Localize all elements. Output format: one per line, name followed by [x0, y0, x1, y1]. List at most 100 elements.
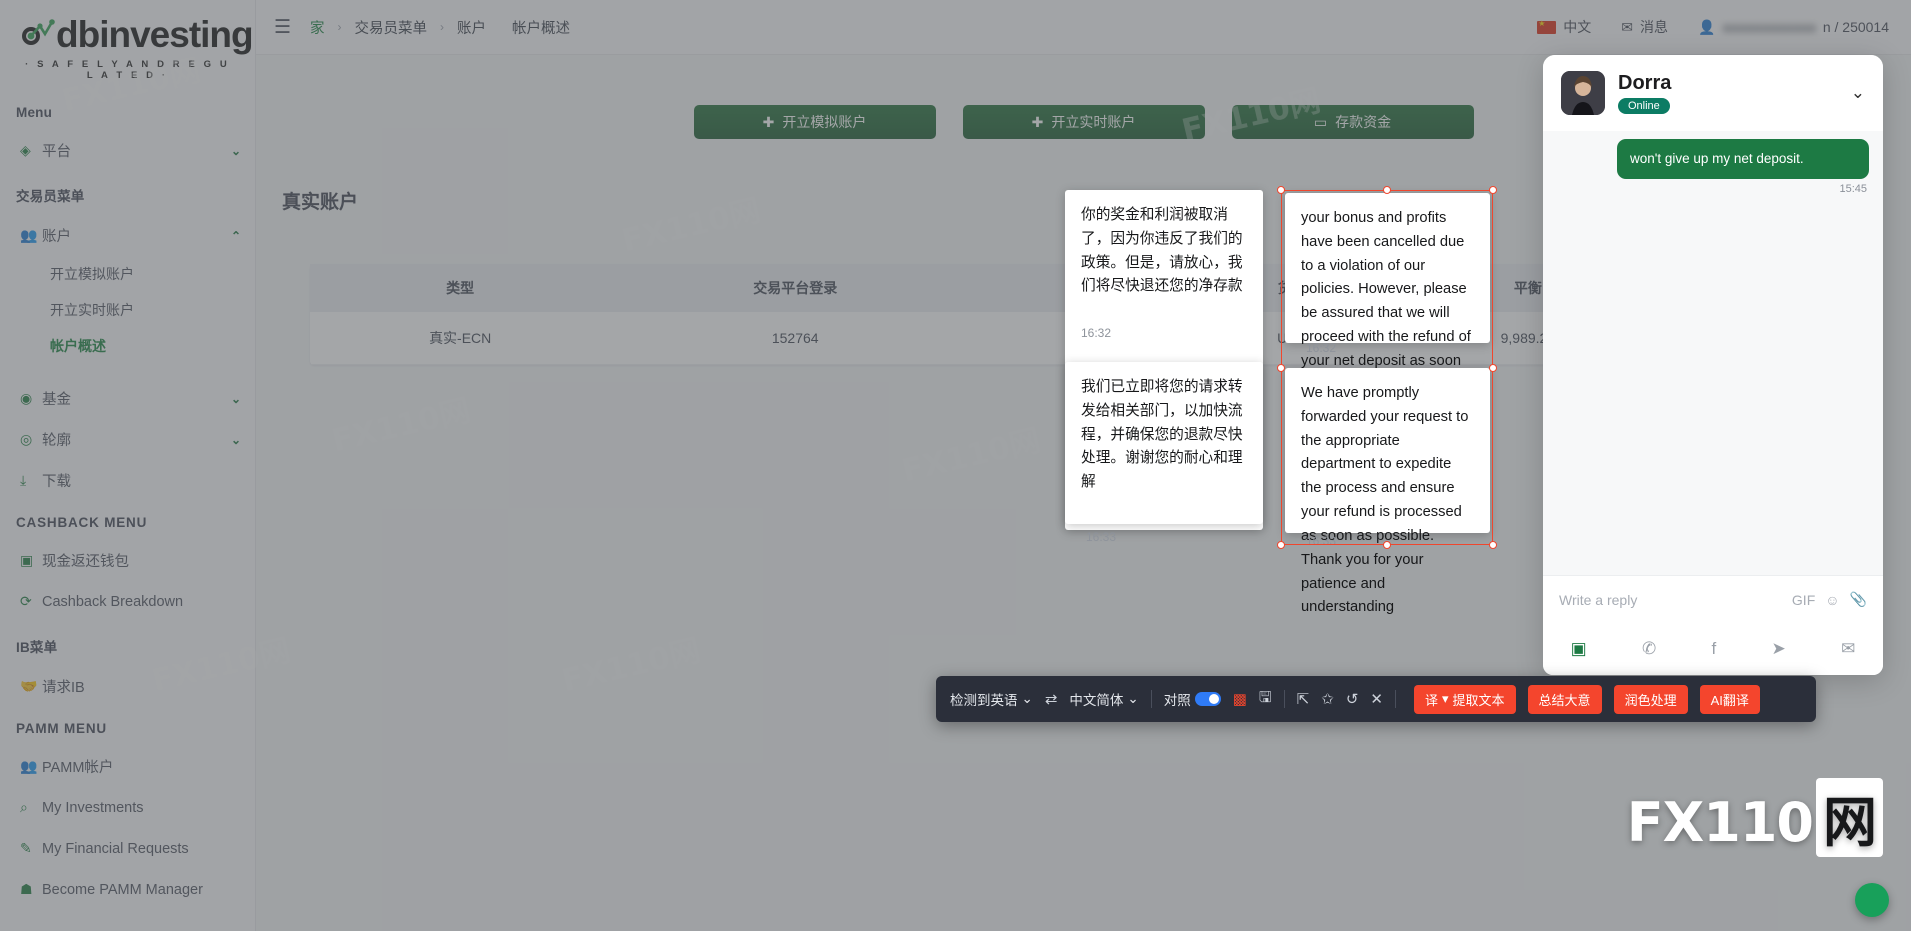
- sidebar-item-label: 下载: [42, 474, 71, 490]
- messages-label: 消息: [1639, 19, 1668, 35]
- telegram-icon[interactable]: ➤: [1772, 639, 1786, 659]
- sidebar-subitem-live-account[interactable]: 开立实时账户: [0, 292, 255, 328]
- cell-type: 真实-ECN: [310, 312, 611, 365]
- deposit-funds-button[interactable]: ▭ 存款资金: [1231, 105, 1474, 139]
- person-star-icon: ☗: [20, 881, 33, 897]
- user-icon: 👤: [1697, 18, 1716, 35]
- card-icon: ▭: [1313, 113, 1328, 130]
- sidebar-item-label: 平台: [42, 144, 71, 160]
- sidebar-subitem-label: 帐户概述: [50, 338, 106, 354]
- chevron-down-icon[interactable]: ⌄: [231, 392, 241, 406]
- sidebar-item-request-ib[interactable]: 🤝 请求IB: [0, 666, 255, 707]
- brand-logo[interactable]: db investing · S A F E L Y A N D R E G U …: [0, 0, 255, 91]
- source-language-label: 检测到英语: [950, 693, 1018, 708]
- original-time-2: 16:33: [1306, 534, 1337, 548]
- cn-flag-icon: [1537, 19, 1557, 34]
- language-label: 中文: [1563, 19, 1592, 35]
- compare-toggle[interactable]: 对照: [1164, 689, 1221, 709]
- breadcrumb-accounts[interactable]: 账户: [454, 17, 489, 38]
- sidebar-section-ib: IB菜单: [16, 640, 58, 655]
- sidebar-item-pamm-account[interactable]: 👥 PAMM帐户: [0, 746, 255, 787]
- close-icon[interactable]: ✕: [1370, 690, 1383, 708]
- plus-icon: ✚: [762, 113, 775, 130]
- brand-name-a: db: [56, 13, 100, 55]
- cube-icon: ◈: [20, 142, 31, 158]
- plus-icon: ✚: [1031, 113, 1044, 130]
- emoji-icon[interactable]: ☺: [1825, 592, 1839, 608]
- sidebar-item-cashback-wallet[interactable]: ▣ 现金返还钱包: [0, 540, 255, 581]
- open-live-account-button[interactable]: ✚ 开立实时账户: [962, 105, 1205, 139]
- chat-channel-bar: ▣ ✆ f ➤ ✉: [1543, 623, 1883, 675]
- button-label: AI翻译: [1710, 692, 1749, 708]
- source-language-select[interactable]: 检测到英语 ⌄: [950, 689, 1033, 709]
- sidebar-item-my-financial-requests[interactable]: ✎ My Financial Requests: [0, 828, 255, 869]
- target-language-select[interactable]: 中文简体 ⌄: [1069, 689, 1138, 709]
- floating-action-button[interactable]: [1855, 883, 1889, 917]
- expand-icon[interactable]: ⇱: [1297, 690, 1310, 708]
- user-account-menu[interactable]: 👤 aaaaaaaaaaaa n / 250014: [1698, 19, 1889, 36]
- polish-button[interactable]: 润色处理: [1613, 684, 1688, 714]
- swap-arrows-icon[interactable]: ⇄: [1045, 690, 1058, 708]
- highlight-icon[interactable]: ▩: [1233, 690, 1247, 708]
- wallet-icon: ▣: [20, 552, 34, 568]
- breadcrumb-home[interactable]: 家: [307, 17, 328, 38]
- sidebar-item-my-investments[interactable]: ⌕ My Investments: [0, 787, 255, 828]
- copy-icon[interactable]: 🖫: [1259, 687, 1272, 712]
- ai-translate-button[interactable]: AI翻译: [1699, 684, 1760, 714]
- sidebar: db investing · S A F E L Y A N D R E G U …: [0, 0, 256, 931]
- chevron-down-icon[interactable]: ⌄: [231, 144, 241, 158]
- summarize-button[interactable]: 总结大意: [1527, 684, 1602, 714]
- chevron-down-icon[interactable]: ⌄: [231, 433, 241, 447]
- chevron-down-icon: ⌄: [1127, 691, 1139, 706]
- chat-reply-input[interactable]: Write a reply: [1559, 592, 1782, 608]
- breadcrumb-separator-icon: ›: [440, 20, 445, 34]
- sidebar-item-cashback-breakdown[interactable]: ⟳ Cashback Breakdown: [0, 581, 255, 622]
- messages-button[interactable]: ✉ 消息: [1621, 17, 1668, 37]
- sidebar-item-platform[interactable]: ◈ 平台 ⌄: [0, 130, 255, 171]
- dollar-refresh-icon: ⟳: [20, 593, 32, 609]
- translate-badge: 译: [1424, 692, 1438, 708]
- facebook-icon[interactable]: f: [1712, 639, 1717, 659]
- button-label: 存款资金: [1335, 114, 1392, 130]
- translated-time-2: 16:33: [1086, 530, 1117, 544]
- original-time-1: 16:32: [1306, 341, 1337, 355]
- sidebar-item-profile[interactable]: ◎ 轮廓 ⌄: [0, 419, 255, 460]
- sidebar-item-label: PAMM帐户: [42, 760, 114, 776]
- sidebar-item-accounts[interactable]: 👥 账户 ⌃: [0, 215, 255, 256]
- sidebar-subitem-demo-account[interactable]: 开立模拟账户: [0, 256, 255, 292]
- sidebar-item-download[interactable]: ⤓ 下载: [0, 460, 255, 501]
- chat-header: Dorra Online ⌄: [1543, 55, 1883, 131]
- compare-label: 对照: [1163, 693, 1191, 708]
- open-demo-account-button[interactable]: ✚ 开立模拟账户: [693, 105, 936, 139]
- breadcrumb-separator-icon: ›: [337, 20, 342, 34]
- original-panel-2: We have promptly forwarded your request …: [1285, 368, 1490, 615]
- sidebar-section-menu: Menu: [16, 105, 53, 120]
- status-badge: Online: [1618, 98, 1670, 114]
- language-switcher[interactable]: 中文: [1537, 17, 1591, 37]
- sidebar-section-trader: 交易员菜单: [16, 189, 85, 204]
- edit-doc-icon: ✎: [20, 840, 32, 856]
- chat-input-row[interactable]: Write a reply GIF ☺ 📎: [1543, 575, 1883, 623]
- translated-time-1: 16:32: [1081, 326, 1112, 340]
- extract-text-button[interactable]: 译 ▾ 提取文本: [1413, 684, 1516, 714]
- chat-icon[interactable]: ▣: [1571, 639, 1587, 659]
- breadcrumb-trader-menu[interactable]: 交易员菜单: [352, 17, 431, 38]
- email-icon[interactable]: ✉: [1841, 639, 1855, 659]
- gif-button[interactable]: GIF: [1792, 592, 1815, 608]
- toggle-switch[interactable]: [1194, 692, 1221, 706]
- chevron-up-icon[interactable]: ⌃: [231, 229, 241, 243]
- undo-icon[interactable]: ↺: [1346, 690, 1359, 708]
- breadcrumb-account-overview: 帐户概述: [512, 20, 571, 37]
- sidebar-item-label: My Investments: [42, 799, 144, 816]
- attachment-icon[interactable]: 📎: [1850, 591, 1867, 608]
- sidebar-section-cashback: CASHBACK MENU: [16, 515, 148, 530]
- sidebar-item-become-pamm-manager[interactable]: ☗ Become PAMM Manager: [0, 869, 255, 910]
- sidebar-subitem-account-overview[interactable]: 帐户概述: [0, 328, 255, 364]
- hamburger-icon[interactable]: ☰: [274, 16, 291, 39]
- pin-icon[interactable]: ✩: [1321, 690, 1334, 708]
- translation-toolbar: 检测到英语 ⌄ ⇄ 中文简体 ⌄ 对照 ▩ 🖫 ⇱ ✩ ↺ ✕ 译 ▾ 提取文本…: [936, 676, 1816, 722]
- whatsapp-icon[interactable]: ✆: [1642, 639, 1656, 659]
- sidebar-item-funds[interactable]: ◉ 基金 ⌄: [0, 378, 255, 419]
- chevron-down-icon[interactable]: ⌄: [1851, 83, 1865, 103]
- user-name-masked: aaaaaaaaaaaa: [1722, 19, 1816, 35]
